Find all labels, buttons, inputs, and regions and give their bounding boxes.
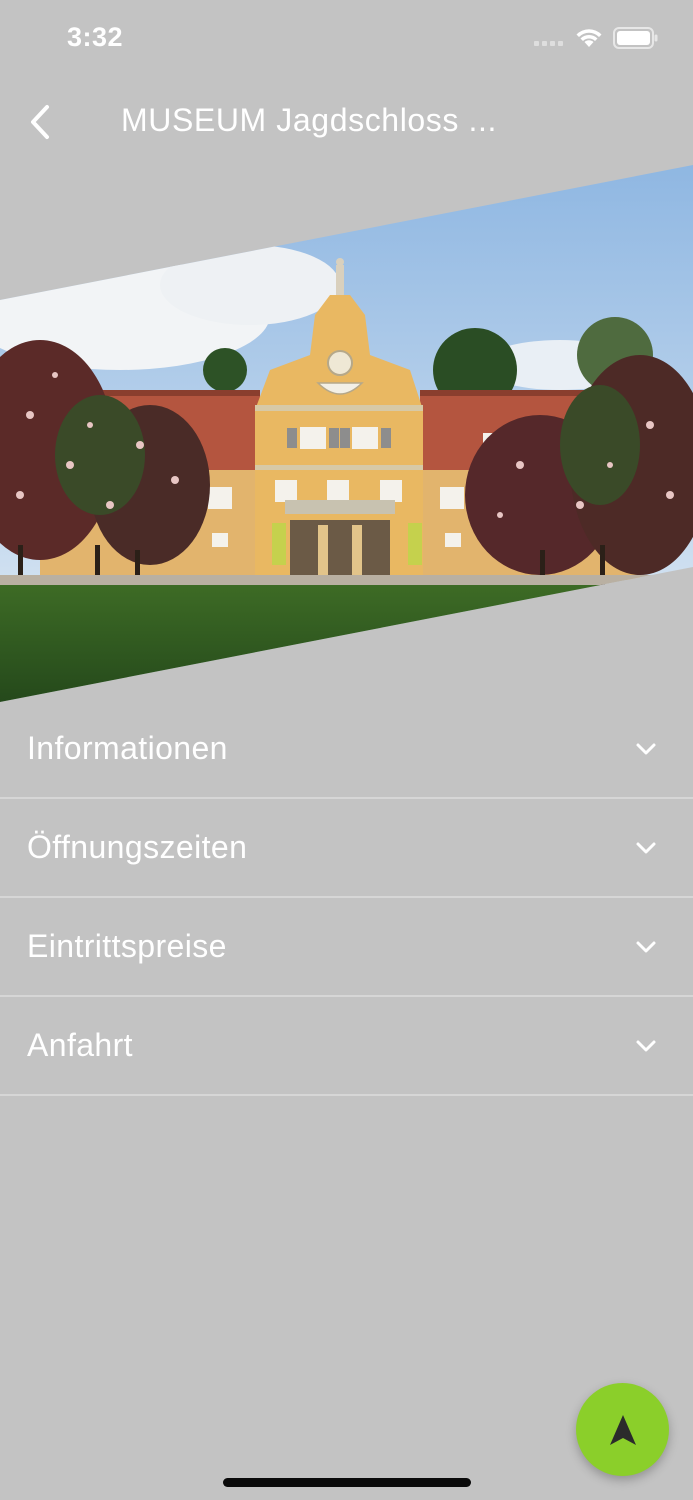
accordion-item-label: Eintrittspreise (27, 928, 227, 964)
chevron-down-icon (636, 941, 656, 952)
cellular-signal-icon (534, 41, 563, 46)
accordion-item-informationen[interactable]: Informationen (0, 700, 693, 799)
back-button[interactable] (20, 98, 60, 146)
navigation-bar: MUSEUM Jagdschloss ... (0, 80, 693, 164)
accordion-item-oeffnungszeiten[interactable]: Öffnungszeiten (0, 799, 693, 898)
accordion-item-eintrittspreise[interactable]: Eintrittspreise (0, 898, 693, 997)
navigation-arrow-icon (609, 1414, 636, 1445)
home-indicator (223, 1478, 471, 1487)
chevron-down-icon (636, 842, 656, 853)
status-time: 3:32 (67, 22, 124, 52)
chevron-left-icon (31, 105, 49, 139)
info-accordion: Informationen Öffnungszeiten Eintrittspr… (0, 700, 693, 1096)
battery-icon (613, 27, 658, 49)
hero-image (0, 165, 693, 702)
chevron-down-icon (636, 1040, 656, 1051)
navigate-fab-button[interactable] (576, 1383, 669, 1476)
accordion-item-label: Anfahrt (27, 1027, 133, 1063)
wifi-icon (576, 29, 602, 47)
status-bar: 3:32 (0, 0, 693, 80)
accordion-item-label: Informationen (27, 730, 228, 766)
screen: 3:32 MUSEUM Jagdschloss ... Informatione… (0, 0, 693, 1500)
accordion-item-anfahrt[interactable]: Anfahrt (0, 997, 693, 1096)
accordion-item-label: Öffnungszeiten (27, 829, 248, 865)
chevron-down-icon (636, 743, 656, 754)
page-title: MUSEUM Jagdschloss ... (121, 102, 497, 138)
